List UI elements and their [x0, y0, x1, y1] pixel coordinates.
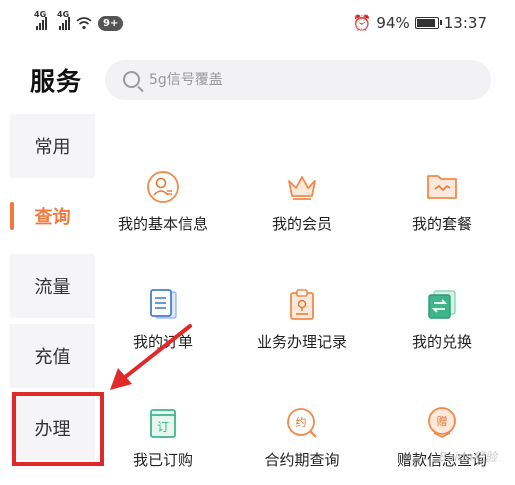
grid-item-label: 我的基本信息 [117, 215, 208, 233]
contract-icon: 约 [285, 406, 319, 440]
sidebar-item-label: 查询 [34, 207, 71, 228]
page-title: 服务 [30, 67, 83, 96]
subscribed-icon: 订 [146, 406, 180, 440]
grid-item-contract[interactable]: 约 合约期查询 [237, 406, 367, 470]
status-bar: 4G 4G 9+ ⏰ 94% 13:37 [0, 0, 515, 44]
signal-icon-1: 4G [34, 10, 47, 30]
status-left: 4G 4G 9+ [34, 10, 124, 34]
package-folder-icon [425, 170, 459, 204]
search-input[interactable] [149, 60, 449, 100]
crown-icon [285, 170, 319, 204]
grid-item-business-record[interactable]: 业务办理记录 [237, 288, 367, 352]
status-right: ⏰ 94% 13:37 [353, 12, 487, 34]
sidebar-item-label: 充值 [34, 347, 71, 368]
battery-icon [414, 17, 442, 29]
wifi-icon [76, 16, 92, 30]
sidebar-item-label: 流量 [34, 277, 71, 298]
order-list-icon [146, 288, 180, 322]
signal-icon-2: 4G [57, 10, 70, 30]
grid-item-orders[interactable]: 我的订单 [98, 288, 228, 352]
gift-credit-icon: 赠 [425, 406, 459, 440]
sidebar-item-recharge[interactable]: 充值 [10, 324, 95, 388]
grid-item-label: 合约期查询 [264, 451, 340, 469]
clock: 13:37 [443, 14, 487, 32]
grid-item-package[interactable]: 我的套餐 [377, 170, 507, 234]
grid-item-label: 我的兑换 [411, 333, 472, 351]
sidebar-item-traffic[interactable]: 流量 [10, 254, 95, 318]
battery-percent: 94% [376, 14, 410, 32]
sidebar-item-label: 常用 [34, 137, 71, 158]
network-type-2: 4G [57, 10, 70, 19]
alarm-icon: ⏰ [352, 14, 372, 32]
grid-item-basic-info[interactable]: 我的基本信息 [98, 170, 228, 234]
exchange-icon [425, 288, 459, 322]
gift-credit-glyph: 赠 [437, 414, 448, 428]
grid-item-membership[interactable]: 我的会员 [237, 170, 367, 234]
battery-fill [416, 19, 436, 27]
watermark: Baidu经验 [438, 450, 497, 464]
grid-item-label: 我的订单 [132, 333, 193, 351]
grid-item-label: 我已订购 [132, 451, 193, 469]
search-icon [123, 71, 140, 88]
sidebar-item-common[interactable]: 常用 [10, 114, 95, 178]
network-type-1: 4G [34, 10, 47, 19]
grid-item-label: 我的会员 [271, 215, 332, 233]
notification-badge: 9+ [98, 15, 124, 31]
user-profile-icon [146, 170, 180, 204]
subscribed-glyph: 订 [157, 420, 169, 434]
search-bar[interactable] [105, 60, 491, 100]
sidebar-item-query[interactable]: 查询 [10, 184, 95, 248]
grid-item-label: 我的套餐 [411, 215, 472, 233]
annotation-highlight-box [12, 392, 104, 466]
contract-glyph: 约 [296, 416, 307, 429]
grid-item-subscribed[interactable]: 订 我已订购 [98, 406, 228, 470]
clipboard-icon [285, 288, 319, 322]
grid-item-exchange[interactable]: 我的兑换 [377, 288, 507, 352]
grid-item-label: 业务办理记录 [256, 333, 347, 351]
